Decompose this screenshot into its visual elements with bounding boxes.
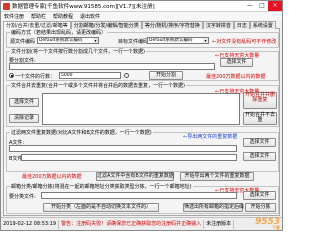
title-bar: 数据管理专家[千鱼软件www.91585.com][V1.7][未注册] — □…: [1, 1, 282, 12]
tab-pinyin[interactable]: 汉字转拼音: [202, 21, 234, 29]
app-window: 数据管理专家[千鱼软件www.91585.com][V1.7][未注册] — □…: [0, 0, 283, 231]
split-legend: 文件分割(将一个文件按行数分割成几个文件，一行一个数据): [10, 48, 146, 55]
status-bar: 2019-02-12 08:53:19 警告：注册码失败！请确保您已正确获取您的…: [1, 217, 282, 230]
split-note: 最佳200万数据以内的数据: [206, 74, 266, 80]
filter-note: 最佳200万数据以内的数据: [22, 174, 82, 180]
menu-exit[interactable]: 退出软件: [77, 13, 104, 20]
email-choose-file-button[interactable]: 选择文件: [243, 191, 276, 200]
encoding-legend: 编码方式（若结果出现乱码，请更改编码）: [10, 29, 108, 36]
menu-tutorial[interactable]: 帮助教程: [50, 13, 77, 20]
filter-choose-b-button[interactable]: 选择文件: [243, 152, 276, 161]
split-lines-label: 一个文件的行数：: [15, 74, 56, 80]
tab-log[interactable]: 日志: [233, 21, 250, 29]
tab-random-sort[interactable]: 等分/随机/排序/字符替换: [141, 21, 203, 29]
menu-bar: 软件注册 帮助栏 帮助教程 退出软件: [1, 12, 282, 20]
status-datetime: 2019-02-12 08:53:19: [1, 219, 60, 229]
source-encoding-select[interactable]: Default系统默认编码 ▾: [37, 37, 99, 44]
email-legend: 邮箱分类/邮箱分拣(将混在一起的邮箱地址分类获取类型分拣，一行一个邮箱地址): [10, 183, 193, 190]
split-choose-file-button[interactable]: 选择文件: [220, 58, 253, 67]
status-message: 警告：注册码失败！请确保您已正确获取您的注册码并正确输入: [59, 219, 205, 229]
filter-choose-a-button[interactable]: 选择文件: [243, 138, 276, 147]
merge-choose-file-button[interactable]: 选择文件: [9, 98, 39, 107]
encoding-hint: ←对文件没有乱码可不作修改: [212, 39, 277, 45]
window-title: 数据管理专家[千鱼软件www.91585.com][V1.7][未注册]: [12, 4, 155, 10]
merge-file-list[interactable]: [42, 93, 240, 125]
app-logo-icon: [3, 2, 10, 10]
tab-panel: 编码方式（若结果出现乱码，请更改编码） 源文件编码 Default系统默认编码 ▾…: [3, 29, 280, 216]
merge-no-dedupe-button[interactable]: 开始合并不去重: [243, 112, 277, 125]
chevron-down-icon: ▾: [93, 38, 98, 43]
email-sort-button[interactable]: 开始分拣: [245, 203, 276, 212]
target-encoding-label: 目标文件编码: [118, 39, 149, 45]
merge-clear-button[interactable]: 清除记录: [9, 114, 39, 123]
menu-register[interactable]: 软件注册: [1, 13, 28, 20]
split-file-path[interactable]: [9, 63, 215, 70]
encoding-group: 编码方式（若结果出现乱码，请更改编码） 源文件编码 Default系统默认编码 ▾…: [6, 29, 279, 48]
tab-settings[interactable]: 系统设置: [249, 21, 276, 29]
filter-a-path[interactable]: [9, 145, 237, 152]
split-start-button[interactable]: 开始分割: [149, 71, 183, 80]
filter-start-button[interactable]: 过滤A文件中含有B文件的重复数据: [96, 172, 174, 181]
filter-export-button[interactable]: 开始导出两个文件的重复数据: [180, 172, 254, 181]
minimize-icon[interactable]: —: [244, 1, 256, 11]
split-by-lines-radio[interactable]: [9, 73, 14, 78]
split-lines-input[interactable]: 5000: [59, 72, 121, 79]
split-even-radio[interactable]: [124, 73, 129, 78]
filter-b-path[interactable]: [21, 154, 237, 161]
source-encoding-label: 源文件编码: [10, 39, 36, 45]
filter-hint: ←导出两文件的重复数据: [183, 134, 238, 140]
email-file-label: 要分类文件:: [9, 194, 36, 200]
filter-group: 过滤两文件重复数据(对比A文件和B文件的数据，一行一个数据) ←导出两文件的重复…: [6, 129, 279, 172]
tab-email-split[interactable]: 分割邮箱/分发/编辑/智能分类: [70, 21, 142, 29]
watermark-logo: 9553 下载: [254, 217, 280, 230]
menu-help[interactable]: 帮助栏: [28, 13, 50, 20]
status-registration: 未注册版本: [204, 219, 235, 229]
merge-group: 文件合并去重复(合并一个或多个文件并将合并后的数据去重复，一行一个数据) ←已支…: [6, 82, 279, 127]
target-encoding-select[interactable]: Default系统默认编码 ▾: [147, 37, 209, 44]
filter-legend: 过滤两文件重复数据(对比A文件和B文件的数据，一行一个数据): [10, 129, 153, 136]
maximize-icon[interactable]: □: [256, 1, 268, 11]
merge-legend: 文件合并去重复(合并一个或多个文件并将合并后的数据去重复，一行一个数据): [10, 82, 186, 89]
split-group: 文件分割(将一个文件按行数分割成几个文件，一行一个数据) ←已支持无穷大数量 要…: [6, 48, 279, 81]
chevron-down-icon: ▾: [203, 38, 208, 43]
email-suffix-button[interactable]: 筛选出所有邮箱的指定后缀: [183, 203, 244, 212]
tab-strip: 分割/合并/去重/过滤/邮箱等 分割邮箱/分发/编辑/智能分类 等分/随机/排序…: [3, 21, 280, 30]
email-file-path[interactable]: [41, 192, 237, 199]
email-start-button[interactable]: 开始分类（左面的是不自动切换文本文件的）: [43, 203, 159, 212]
close-icon[interactable]: ×: [268, 1, 282, 11]
merge-dedupe-button[interactable]: 开始合并并删除重复: [243, 92, 277, 109]
email-group: 邮箱分类/邮箱分拣(将混在一起的邮箱地址分类获取类型分拣，一行一个邮箱地址) ←…: [6, 183, 279, 214]
